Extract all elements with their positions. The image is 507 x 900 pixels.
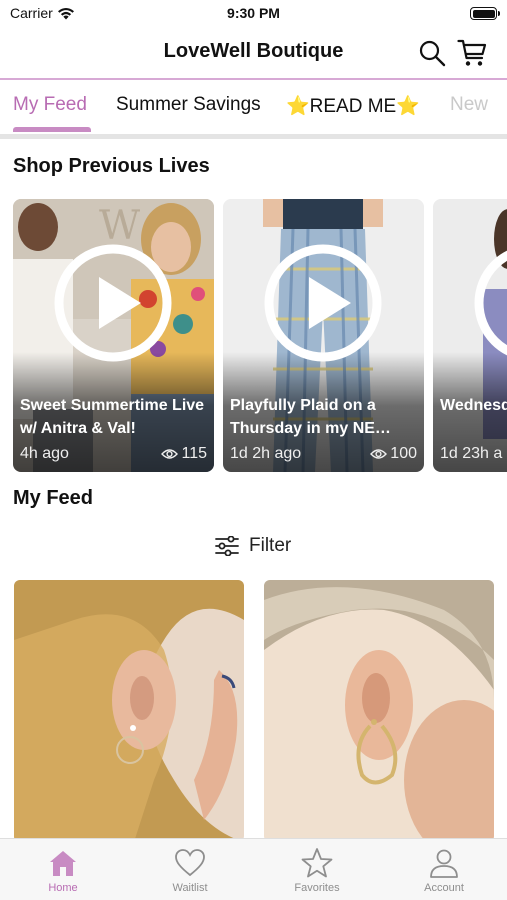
live-view-count: 100 — [390, 445, 417, 462]
eye-icon — [161, 449, 179, 459]
status-bar: Carrier 9:30 PM — [0, 0, 507, 28]
category-tabs: My Feed Summer Savings ⭐READ ME⭐ New — [0, 82, 507, 134]
tabs-divider — [0, 134, 507, 139]
nav-home-label: Home — [48, 882, 78, 894]
nav-waitlist-label: Waitlist — [172, 882, 208, 894]
nav-waitlist[interactable]: Waitlist — [127, 839, 253, 900]
tab-read-me[interactable]: ⭐READ ME⭐ — [286, 94, 420, 118]
live-age: 4h ago — [20, 445, 69, 462]
app-header: LoveWell Boutique — [0, 28, 507, 78]
nav-favorites[interactable]: Favorites — [254, 839, 380, 900]
tab-my-feed[interactable]: My Feed — [13, 94, 87, 116]
eye-icon — [370, 449, 388, 459]
heart-icon — [175, 849, 205, 877]
live-title: Wednesday New Arr — [440, 397, 507, 414]
home-icon — [50, 851, 76, 876]
filter-label: Filter — [249, 535, 292, 556]
star-icon — [301, 848, 333, 878]
live-views: 100 — [370, 445, 417, 463]
filter-button[interactable]: Filter — [215, 533, 291, 559]
nav-account[interactable]: Account — [381, 839, 507, 900]
live-card[interactable]: Playfully Plaid on a Thursday in my NE… … — [223, 199, 424, 472]
live-views: 115 — [161, 445, 207, 463]
search-icon[interactable] — [417, 38, 447, 68]
product-card[interactable] — [14, 580, 244, 842]
feed-section-title: My Feed — [13, 487, 94, 509]
status-time: 9:30 PM — [227, 5, 280, 21]
product-image — [264, 580, 494, 842]
lives-carousel[interactable]: W Sweet Summertime Live w/ Anitra & Val!… — [13, 199, 507, 472]
play-icon[interactable] — [53, 243, 173, 363]
nav-favorites-label: Favorites — [294, 882, 340, 894]
live-card[interactable]: W Sweet Summertime Live w/ Anitra & Val!… — [13, 199, 214, 472]
cart-icon[interactable] — [457, 38, 487, 68]
live-age: 1d 2h ago — [230, 445, 302, 462]
tab-summer-savings[interactable]: Summer Savings — [116, 94, 261, 116]
header-divider — [0, 78, 507, 80]
tab-new[interactable]: New — [450, 94, 488, 116]
battery-icon — [470, 7, 500, 20]
live-age: 1d 23h a — [440, 445, 503, 462]
play-icon[interactable] — [473, 243, 507, 363]
live-title: Sweet Summertime Live w/ Anitra & Val! — [20, 397, 205, 437]
product-card[interactable] — [264, 580, 494, 842]
live-title: Playfully Plaid on a Thursday in my NE… — [230, 397, 391, 437]
play-icon[interactable] — [263, 243, 383, 363]
bottom-nav: Home Waitlist Favorites Account — [0, 838, 507, 900]
lives-section-title: Shop Previous Lives — [13, 155, 210, 177]
sliders-icon — [215, 536, 239, 556]
live-card[interactable]: Wednesday New Arr 1d 23h a — [433, 199, 507, 472]
live-view-count: 115 — [181, 445, 207, 462]
active-tab-indicator — [13, 127, 91, 132]
nav-home[interactable]: Home — [0, 839, 126, 900]
person-icon — [430, 849, 458, 878]
nav-account-label: Account — [424, 882, 464, 894]
product-image — [14, 580, 244, 842]
